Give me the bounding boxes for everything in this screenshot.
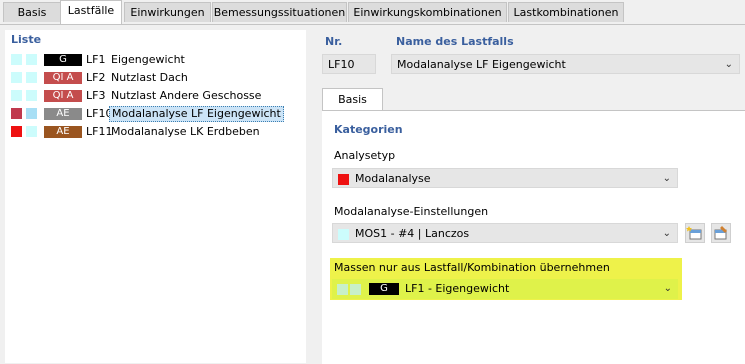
color-swatch — [338, 228, 349, 240]
kategorien-title: Kategorien — [334, 123, 403, 136]
load-case-id: LF2 — [86, 71, 106, 84]
tab-einwirkungskombinationen[interactable]: Einwirkungskombinationen — [348, 2, 507, 22]
load-case-name: Eigengewicht — [111, 53, 185, 66]
load-case-id: LF11 — [86, 125, 113, 138]
top-tab-bar: Basis Lastfälle Einwirkungen Bemessungss… — [0, 0, 745, 25]
color-swatch — [11, 90, 22, 101]
load-case-name-combo[interactable]: Modalanalyse LF Eigengewicht ⌄ — [391, 54, 740, 74]
color-swatch — [26, 126, 37, 137]
tab-einwirkungen[interactable]: Einwirkungen — [124, 2, 211, 22]
edit-icon — [714, 226, 727, 240]
list-item[interactable]: G LF1 Eigengewicht — [11, 52, 306, 68]
color-swatch — [11, 72, 22, 83]
color-swatch — [338, 173, 349, 185]
nr-label: Nr. — [325, 35, 343, 48]
nr-field: LF10 — [322, 54, 376, 74]
chevron-down-icon: ⌄ — [724, 59, 733, 70]
massen-label: Massen nur aus Lastfall/Kombination über… — [334, 261, 610, 274]
load-case-id: LF3 — [86, 89, 106, 102]
color-swatch — [26, 54, 37, 65]
category-badge: QI A — [44, 72, 82, 84]
tab-divider — [0, 24, 745, 25]
analysetyp-label: Analysetyp — [334, 149, 396, 162]
category-badge: G — [369, 283, 399, 295]
category-badge: AE — [44, 126, 82, 138]
edit-settings-button[interactable] — [711, 223, 731, 243]
massen-value: LF1 - Eigengewicht — [405, 282, 510, 295]
tab-bemessungssituationen[interactable]: Bemessungssituationen — [212, 2, 347, 22]
chevron-down-icon: ⌄ — [662, 228, 671, 239]
color-swatch — [26, 72, 37, 83]
settings-label: Modalanalyse-Einstellungen — [334, 205, 489, 218]
load-case-name: Modalanalyse LK Erdbeben — [111, 125, 260, 138]
name-label: Name des Lastfalls — [396, 35, 514, 48]
color-swatch — [350, 283, 361, 295]
category-badge: QI A — [44, 90, 82, 102]
tab-lastkombinationen[interactable]: Lastkombinationen — [508, 2, 624, 22]
color-swatch — [11, 54, 22, 65]
massen-combo[interactable]: G LF1 - Eigengewicht ⌄ — [332, 279, 678, 299]
chevron-down-icon: ⌄ — [662, 173, 671, 184]
color-swatch — [337, 283, 348, 295]
inner-tab-bar: Basis — [322, 88, 745, 111]
new-icon — [686, 226, 702, 240]
tab-inner-basis[interactable]: Basis — [322, 88, 383, 111]
settings-combo[interactable]: MOS1 - #4 | Lanczos ⌄ — [332, 223, 678, 243]
settings-value: MOS1 - #4 | Lanczos — [355, 227, 470, 240]
tab-basis[interactable]: Basis — [3, 2, 61, 22]
load-case-list: Liste G LF1 Eigengewicht QI A LF2 Nutzla… — [5, 30, 306, 363]
analysetyp-value: Modalanalyse — [355, 172, 431, 185]
tab-lastfaelle[interactable]: Lastfälle — [60, 0, 122, 25]
load-case-name-value: Modalanalyse LF Eigengewicht — [397, 58, 566, 71]
basis-panel: Kategorien Analysetyp Modalanalyse ⌄ Mod… — [322, 110, 745, 364]
list-item[interactable]: QI A LF2 Nutzlast Dach — [11, 70, 306, 86]
load-case-name: Nutzlast Dach — [111, 71, 188, 84]
chevron-down-icon: ⌄ — [663, 283, 672, 294]
list-title: Liste — [11, 33, 42, 46]
list-item[interactable]: QI A LF3 Nutzlast Andere Geschosse — [11, 88, 306, 104]
category-badge: G — [44, 54, 82, 66]
color-swatch — [26, 108, 37, 119]
analysetyp-combo[interactable]: Modalanalyse ⌄ — [332, 168, 678, 188]
load-case-id: LF1 — [86, 53, 106, 66]
color-swatch — [11, 126, 22, 137]
list-item[interactable]: AE LF11 Modalanalyse LK Erdbeben — [11, 124, 306, 140]
color-swatch — [11, 108, 22, 119]
category-badge: AE — [44, 108, 82, 120]
new-settings-button[interactable] — [685, 223, 705, 243]
color-swatch — [26, 90, 37, 101]
load-case-name: Modalanalyse LF Eigengewicht — [109, 106, 284, 122]
load-case-name: Nutzlast Andere Geschosse — [111, 89, 262, 102]
list-item-selected[interactable]: AE LF10 Modalanalyse LF Eigengewicht — [11, 106, 306, 122]
